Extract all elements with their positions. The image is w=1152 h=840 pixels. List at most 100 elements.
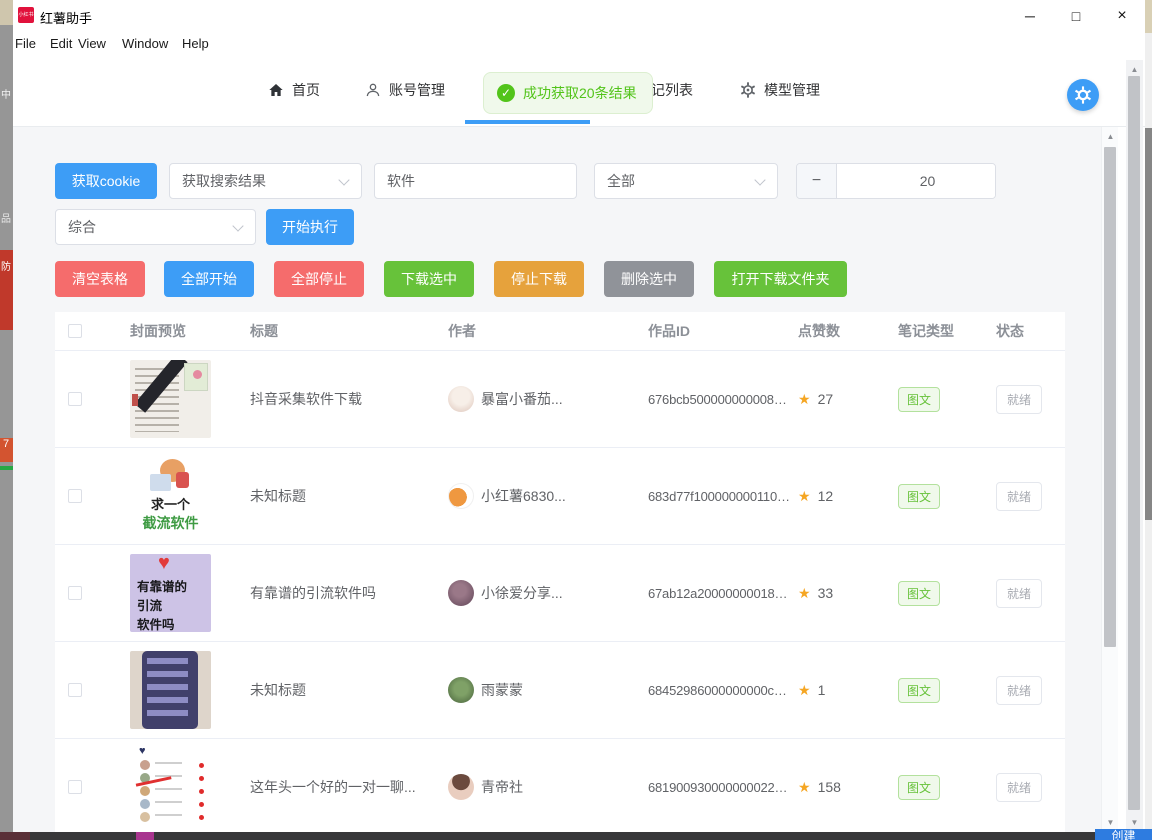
- menu-view[interactable]: View: [78, 36, 106, 51]
- outer-scrollbar[interactable]: ▲ ▼: [1126, 60, 1143, 832]
- table-row: 求一个 截流软件 未知标题 小红薯6830... 683d77f10000000…: [55, 448, 1065, 545]
- tab-model-management[interactable]: 模型管理: [740, 80, 820, 100]
- chevron-down-icon: [754, 174, 765, 185]
- note-type-badge: 图文: [898, 581, 940, 606]
- app-window: 小红书 红薯助手 ─ □ × File Edit View Window Hel…: [13, 0, 1145, 832]
- menu-window[interactable]: Window: [122, 36, 168, 51]
- header-work-id: 作品ID: [648, 321, 690, 341]
- gear-icon: [740, 82, 756, 98]
- open-download-folder-button[interactable]: 打开下载文件夹: [714, 261, 847, 297]
- background-left-strip: 中 品 防 7: [0, 0, 13, 832]
- check-circle-icon: ✓: [497, 84, 515, 102]
- count-stepper: − +: [796, 163, 996, 199]
- header-title: 标题: [250, 321, 278, 341]
- start-all-button[interactable]: 全部开始: [164, 261, 254, 297]
- heart-icon: ♥: [158, 554, 170, 575]
- status-button[interactable]: 就绪: [996, 385, 1042, 414]
- row-checkbox[interactable]: [68, 780, 82, 794]
- like-count: 33: [818, 585, 834, 601]
- status-button[interactable]: 就绪: [996, 676, 1042, 705]
- stop-download-button[interactable]: 停止下载: [494, 261, 584, 297]
- maximize-icon[interactable]: □: [1060, 4, 1092, 28]
- row-checkbox[interactable]: [68, 489, 82, 503]
- table-row: 抖音采集软件下载 暴富小番茄... 676bcb5000000000080...…: [55, 351, 1065, 448]
- note-type-badge: 图文: [898, 775, 940, 800]
- author-name: 小徐爱分享...: [481, 583, 563, 603]
- tab-account-label: 账号管理: [389, 80, 445, 100]
- title-bar[interactable]: 小红书 红薯助手 ─ □ ×: [13, 0, 1145, 30]
- work-id: 676bcb5000000000080...: [648, 392, 790, 407]
- results-table: 封面预览 标题 作者 作品ID 点赞数 笔记类型 状态: [55, 312, 1065, 832]
- note-type-badge: 图文: [898, 484, 940, 509]
- author-avatar: [448, 580, 474, 606]
- row-checkbox[interactable]: [68, 392, 82, 406]
- cover-text: 引流: [137, 595, 162, 614]
- cover-thumbnail[interactable]: 求一个 截流软件: [130, 457, 211, 535]
- keyword-input[interactable]: [374, 163, 577, 199]
- tab-account-management[interactable]: 账号管理: [365, 80, 445, 100]
- table-row: 未知标题 雨蒙蒙 68452986000000000c0... ★ 1 图文 就…: [55, 642, 1065, 739]
- star-icon: ★: [798, 585, 811, 602]
- get-cookie-button[interactable]: 获取cookie: [55, 163, 157, 199]
- note-title: 有靠谱的引流软件吗: [250, 583, 376, 603]
- menu-help[interactable]: Help: [182, 36, 209, 51]
- table-row: ♥ 有靠谱的 引流 软件吗 有靠谱的引流软件吗 小徐爱分享... 67ab12a…: [55, 545, 1065, 642]
- row-checkbox[interactable]: [68, 586, 82, 600]
- menu-edit[interactable]: Edit: [50, 36, 72, 51]
- work-id: 68452986000000000c0...: [648, 683, 790, 698]
- menu-file[interactable]: File: [15, 36, 36, 51]
- table-row: ♥ 这年头一个好的一对一聊... 青帝社 6819009300000000220…: [55, 739, 1065, 832]
- scrollbar-thumb[interactable]: [1128, 76, 1140, 810]
- action-select[interactable]: 获取搜索结果: [169, 163, 362, 199]
- note-title: 抖音采集软件下载: [250, 389, 362, 409]
- row-checkbox[interactable]: [68, 683, 82, 697]
- start-execute-button[interactable]: 开始执行: [266, 209, 354, 245]
- count-input[interactable]: [837, 164, 996, 198]
- work-id: 683d77f1000000001101...: [648, 489, 790, 504]
- header-cover: 封面预览: [130, 321, 186, 341]
- download-selected-button[interactable]: 下载选中: [384, 261, 474, 297]
- app-icon: 小红书: [18, 7, 34, 23]
- scope-select[interactable]: 全部: [594, 163, 778, 199]
- author-name: 暴富小番茄...: [481, 389, 563, 409]
- header-author: 作者: [448, 321, 476, 341]
- author-name: 小红薯6830...: [481, 486, 566, 506]
- active-tab-underline: [465, 120, 590, 124]
- status-button[interactable]: 就绪: [996, 579, 1042, 608]
- cover-text: 软件吗: [137, 614, 175, 632]
- author-avatar: [448, 483, 474, 509]
- screen: 中 品 防 7 创建 小红书 红薯助手 ─ □ × File Edit View…: [0, 0, 1152, 840]
- scroll-up-icon[interactable]: ▲: [1126, 62, 1143, 77]
- select-all-checkbox[interactable]: [68, 324, 82, 338]
- app-title: 红薯助手: [40, 8, 92, 27]
- like-count: 12: [818, 488, 834, 504]
- inner-scrollbar[interactable]: ▲ ▼: [1101, 127, 1118, 832]
- minimize-icon[interactable]: ─: [1014, 4, 1046, 28]
- scroll-up-icon[interactable]: ▲: [1102, 129, 1119, 144]
- settings-fab-button[interactable]: [1067, 79, 1099, 111]
- close-icon[interactable]: ×: [1106, 4, 1138, 28]
- background-create-button[interactable]: 创建: [1095, 829, 1152, 840]
- sort-select[interactable]: 综合: [55, 209, 256, 245]
- scroll-down-icon[interactable]: ▼: [1102, 815, 1119, 830]
- author-avatar: [448, 677, 474, 703]
- clear-table-button[interactable]: 清空表格: [55, 261, 145, 297]
- stop-all-button[interactable]: 全部停止: [274, 261, 364, 297]
- status-button[interactable]: 就绪: [996, 773, 1042, 802]
- author-name: 青帝社: [481, 777, 523, 797]
- background-right-strip: [1144, 0, 1152, 832]
- toast-message: 成功获取20条结果: [523, 83, 637, 103]
- cover-thumbnail[interactable]: [130, 360, 211, 438]
- scrollbar-thumb[interactable]: [1104, 147, 1116, 647]
- nav-bar: 首页 账号管理 笔记列表: [13, 58, 1145, 127]
- stepper-minus-button[interactable]: −: [797, 164, 837, 198]
- delete-selected-button[interactable]: 删除选中: [604, 261, 694, 297]
- star-icon: ★: [798, 682, 811, 699]
- scroll-down-icon[interactable]: ▼: [1126, 815, 1143, 830]
- tab-home[interactable]: 首页: [268, 80, 320, 100]
- cover-thumbnail[interactable]: [130, 651, 211, 729]
- cover-thumbnail[interactable]: ♥: [130, 748, 211, 826]
- background-bottom-bar: [0, 832, 1152, 840]
- status-button[interactable]: 就绪: [996, 482, 1042, 511]
- cover-thumbnail[interactable]: ♥ 有靠谱的 引流 软件吗: [130, 554, 211, 632]
